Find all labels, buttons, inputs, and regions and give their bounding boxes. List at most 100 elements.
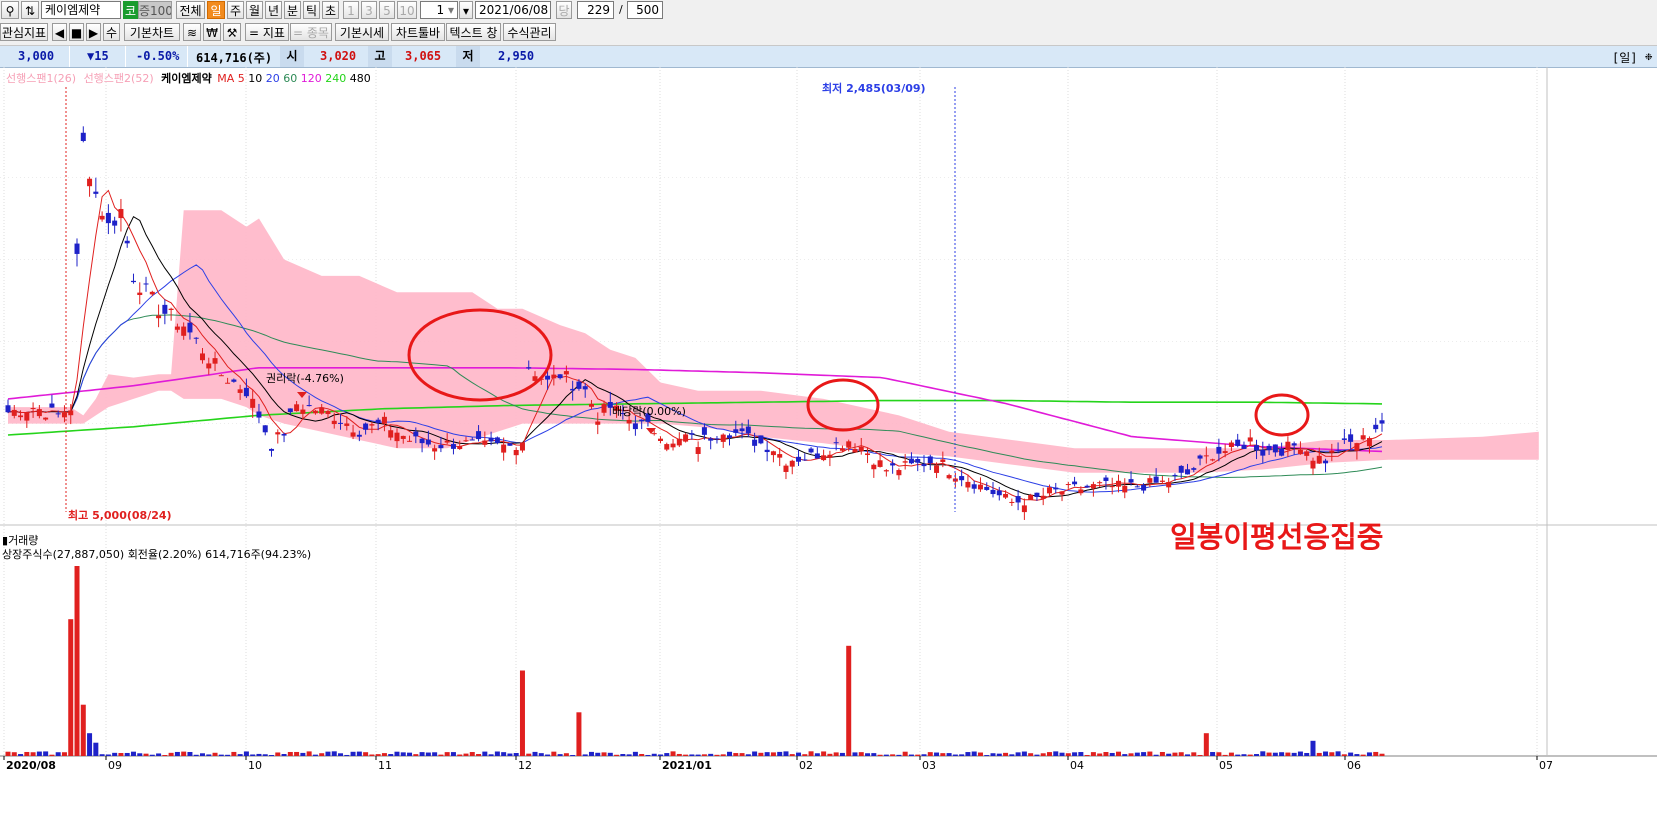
volume-bar xyxy=(1122,754,1128,756)
interval-select[interactable]: 1 ▾ xyxy=(420,1,458,19)
legend-ma60: 60 xyxy=(283,72,298,85)
interval-1-button[interactable]: 1 xyxy=(343,1,359,19)
candle-body xyxy=(432,448,438,452)
chevron-down-icon[interactable]: ▾ xyxy=(459,1,473,19)
settings-icon[interactable]: ❉ xyxy=(1645,49,1652,63)
volume-bar xyxy=(1228,752,1234,756)
toolbar-row-2: 관심지표 ◀ ■ ▶ 수 기본차트 ≋ ₩ ⚒ = 지표 = 종목 기본시세 차… xyxy=(0,21,1657,46)
volume-bar xyxy=(1128,753,1134,756)
period-second-button[interactable]: 초 xyxy=(322,1,339,19)
candle-body xyxy=(927,456,933,464)
won-icon[interactable]: ₩ xyxy=(203,23,221,41)
candle xyxy=(708,437,714,450)
volume-bar xyxy=(632,751,638,756)
interval-5-button[interactable]: 5 xyxy=(379,1,395,19)
volume-bar xyxy=(1009,754,1015,756)
period-year-button[interactable]: 년 xyxy=(265,1,282,19)
candle-body xyxy=(783,465,789,472)
basic-chart-button[interactable]: 기본차트 xyxy=(124,23,180,41)
period-all-button[interactable]: 전체 xyxy=(176,1,205,19)
legend-span1: 선행스팬1(26) xyxy=(6,72,77,85)
indicator-button[interactable]: = 지표 xyxy=(245,23,289,41)
candle xyxy=(1072,476,1078,487)
candle-body xyxy=(36,409,42,417)
volume-bar xyxy=(934,752,940,756)
formula-manager-button[interactable]: 수식관리 xyxy=(503,23,556,41)
candle-body xyxy=(256,411,262,418)
period-tick-button[interactable]: 틱 xyxy=(303,1,320,19)
candle-body xyxy=(130,280,136,283)
order-button[interactable]: 수 xyxy=(103,23,120,41)
stop-icon[interactable]: ■ xyxy=(69,23,84,41)
volume-bar xyxy=(1141,752,1147,756)
period-day-button[interactable]: 일 xyxy=(207,1,225,19)
volume-bar xyxy=(814,753,820,756)
interval-3-button[interactable]: 3 xyxy=(361,1,377,19)
candle-body xyxy=(1348,434,1354,442)
scroll-right-icon[interactable]: ▶ xyxy=(86,23,101,41)
volume-bar xyxy=(883,754,889,756)
volume-bar xyxy=(777,751,783,756)
x-tick-label: 07 xyxy=(1539,759,1553,772)
date-select[interactable]: 2021/06/08 ▾ xyxy=(475,1,551,19)
volume-bar xyxy=(752,751,758,756)
candle-body xyxy=(174,326,180,330)
scroll-left-icon[interactable]: ◀ xyxy=(52,23,67,41)
candle xyxy=(513,447,519,465)
text-window-button[interactable]: 텍스트 창 xyxy=(446,23,501,41)
search-icon[interactable]: ⚲ xyxy=(1,1,19,19)
candle-body xyxy=(507,443,513,446)
volume-bar xyxy=(269,755,275,756)
candle-body xyxy=(1009,501,1015,503)
volume-bar xyxy=(168,752,174,756)
candle-body xyxy=(720,434,726,442)
volume-bar xyxy=(68,619,74,756)
volume-bar xyxy=(312,754,318,756)
candle-body xyxy=(1141,485,1147,491)
volume-bar xyxy=(1379,753,1385,756)
refresh-icon[interactable]: ⇅ xyxy=(21,1,39,19)
candle-body xyxy=(727,435,733,438)
candle xyxy=(764,440,770,462)
volume-bar xyxy=(802,754,808,756)
candle-body xyxy=(11,409,17,416)
candle-body xyxy=(526,367,532,369)
candle-body xyxy=(789,460,795,467)
interval-10-button[interactable]: 10 xyxy=(397,1,417,19)
period-minute-button[interactable]: 분 xyxy=(284,1,301,19)
volume-bar xyxy=(846,645,852,756)
volume-bar xyxy=(808,751,814,756)
volume-bar xyxy=(796,752,802,756)
candle xyxy=(908,452,914,465)
candle xyxy=(507,443,513,446)
total-input[interactable]: 500 xyxy=(627,1,663,19)
count-input[interactable]: 229 xyxy=(577,1,614,19)
high-annotation: 최고 5,000(08/24) xyxy=(68,508,172,522)
basic-quote-button[interactable]: 기본시세 xyxy=(335,23,389,41)
chart-toolbar-button[interactable]: 차트툴바 xyxy=(391,23,445,41)
x-tick-label: 12 xyxy=(518,759,532,772)
favorite-indicator-button[interactable]: 관심지표 xyxy=(0,23,48,41)
volume-bar xyxy=(381,753,387,756)
candle xyxy=(93,177,99,198)
candle-body xyxy=(582,386,588,390)
candle-body xyxy=(149,291,155,295)
trend-icon[interactable]: ≋ xyxy=(183,23,201,41)
volume-bar xyxy=(1084,754,1090,756)
volume-bar xyxy=(1341,754,1347,756)
volume-bar xyxy=(250,754,256,756)
item-button[interactable]: = 종목 xyxy=(290,23,332,41)
candle-body xyxy=(990,489,996,495)
volume-bar xyxy=(1078,752,1084,756)
volume-bar xyxy=(1153,754,1159,756)
period-month-button[interactable]: 월 xyxy=(246,1,263,19)
market-badge: 코 xyxy=(123,1,138,19)
ichimoku-cloud xyxy=(8,210,1539,473)
volume-bar xyxy=(49,754,55,756)
stock-chart[interactable]: 2020/08 09 10 11 12 2021/01 02 03 04 05 06 07 최고 5,… xyxy=(0,67,1657,815)
stock-name-field[interactable]: 케이엠제약 xyxy=(41,1,121,19)
wrench-icon[interactable]: ⚒ xyxy=(223,23,241,41)
candle xyxy=(639,419,645,430)
candle xyxy=(105,204,111,235)
period-week-button[interactable]: 주 xyxy=(227,1,244,19)
